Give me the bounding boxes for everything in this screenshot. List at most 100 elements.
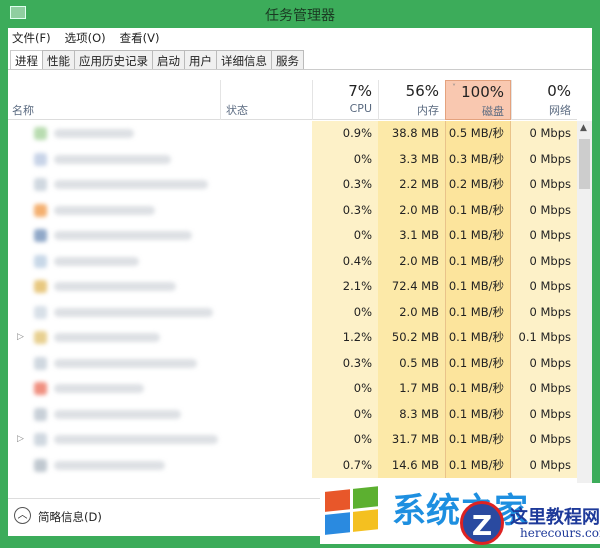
memory-label: 内存 <box>417 104 439 117</box>
cpu-cell: 0% <box>312 299 378 325</box>
process-icon <box>34 127 47 140</box>
mem-cell: 2.2 MB <box>378 172 445 198</box>
column-memory[interactable]: 56% 内存 <box>378 80 445 120</box>
process-row[interactable]: 0% 2.0 MB 0.1 MB/秒 0 Mbps <box>8 299 577 325</box>
mem-cell: 8.3 MB <box>378 401 445 427</box>
menu-view[interactable]: 查看(V) <box>120 30 160 48</box>
process-icon <box>34 229 47 242</box>
process-icon <box>34 305 47 319</box>
mem-cell: 38.8 MB <box>378 121 445 147</box>
cpu-cell: 0.4% <box>312 248 378 274</box>
tab-processes[interactable]: 进程 <box>10 50 43 70</box>
disk-cell: 0.1 MB/秒 <box>445 248 511 274</box>
disk-cell: 0.2 MB/秒 <box>445 172 511 198</box>
sort-arrow-icon: ˅ <box>452 83 456 92</box>
task-manager-window: 文件(F) 选项(O) 查看(V) 进程 性能 应用历史记录 启动 用户 详细信… <box>8 28 592 536</box>
column-cpu[interactable]: 7% CPU <box>312 80 378 120</box>
process-name-blurred <box>54 205 155 215</box>
process-icon <box>34 382 47 395</box>
divider <box>8 69 592 70</box>
disk-cell: 0.1 MB/秒 <box>445 299 511 325</box>
net-cell: 0 Mbps <box>511 197 577 223</box>
mem-cell: 50.2 MB <box>378 325 445 351</box>
fewer-details-button[interactable]: 简略信息(D) <box>38 509 102 525</box>
process-name-blurred <box>54 282 176 291</box>
process-list: 0.9% 38.8 MB 0.5 MB/秒 0 Mbps 0% 3.3 MB 0.3 MB/… <box>8 121 577 478</box>
scrollbar-thumb[interactable] <box>579 139 590 189</box>
tab-users[interactable]: 用户 <box>184 50 217 69</box>
process-row[interactable]: 0% 1.7 MB 0.1 MB/秒 0 Mbps <box>8 376 577 402</box>
menu-options[interactable]: 选项(O) <box>65 30 106 48</box>
net-cell: 0 Mbps <box>511 452 577 478</box>
watermark-site-en: herecours.com <box>520 526 600 540</box>
mem-cell: 3.1 MB <box>378 223 445 249</box>
net-cell: 0 Mbps <box>511 274 577 300</box>
process-row[interactable]: 0% 3.3 MB 0.3 MB/秒 0 Mbps <box>8 146 577 172</box>
disk-cell: 0.1 MB/秒 <box>445 223 511 249</box>
process-row[interactable]: ▷ 0% 31.7 MB 0.1 MB/秒 0 Mbps <box>8 427 577 453</box>
mem-cell: 2.0 MB <box>378 197 445 223</box>
mem-cell: 72.4 MB <box>378 274 445 300</box>
process-name-blurred <box>54 460 165 470</box>
network-total: 0% <box>547 82 571 100</box>
net-cell: 0 Mbps <box>511 172 577 198</box>
tab-performance[interactable]: 性能 <box>42 50 75 69</box>
net-cell: 0 Mbps <box>511 146 577 172</box>
mem-cell: 2.0 MB <box>378 248 445 274</box>
process-row[interactable]: 0.3% 0.5 MB 0.1 MB/秒 0 Mbps <box>8 350 577 376</box>
process-row[interactable]: 0.4% 2.0 MB 0.1 MB/秒 0 Mbps <box>8 248 577 274</box>
windows-flag-icon <box>325 486 379 536</box>
process-row[interactable]: 0.9% 38.8 MB 0.5 MB/秒 0 Mbps <box>8 121 577 147</box>
menu-file[interactable]: 文件(F) <box>12 30 51 48</box>
process-row[interactable]: 0.7% 14.6 MB 0.1 MB/秒 0 Mbps <box>8 452 577 478</box>
column-status[interactable]: 状态 <box>226 102 248 118</box>
process-name-blurred <box>54 384 144 393</box>
expand-arrow-icon[interactable]: ▷ <box>17 332 24 342</box>
process-icon <box>34 254 47 268</box>
column-header: 名称 状态 7% CPU 56% 内存 ˅ 100% 磁盘 0% 网络 <box>8 80 577 120</box>
disk-cell: 0.5 MB/秒 <box>445 121 511 147</box>
cpu-cell: 0% <box>312 223 378 249</box>
disk-cell: 0.1 MB/秒 <box>445 274 511 300</box>
net-cell: 0 Mbps <box>511 401 577 427</box>
process-name-blurred <box>54 358 197 368</box>
disk-cell: 0.1 MB/秒 <box>445 427 511 453</box>
column-disk[interactable]: ˅ 100% 磁盘 <box>445 80 511 120</box>
chevron-up-icon[interactable]: ︿ <box>14 507 31 524</box>
net-cell: 0 Mbps <box>511 299 577 325</box>
tab-startup[interactable]: 启动 <box>152 50 185 69</box>
net-cell: 0 Mbps <box>511 350 577 376</box>
cpu-cell: 0% <box>312 146 378 172</box>
process-row[interactable]: 0.3% 2.2 MB 0.2 MB/秒 0 Mbps <box>8 172 577 198</box>
mem-cell: 3.3 MB <box>378 146 445 172</box>
process-name-blurred <box>54 231 192 240</box>
tab-details[interactable]: 详细信息 <box>216 50 272 69</box>
network-label: 网络 <box>549 104 571 117</box>
process-name-blurred <box>54 435 218 444</box>
column-name[interactable]: 名称 <box>12 102 34 118</box>
expand-arrow-icon[interactable]: ▷ <box>17 434 24 444</box>
process-name-blurred <box>54 129 134 138</box>
mem-cell: 2.0 MB <box>378 299 445 325</box>
tab-app-history[interactable]: 应用历史记录 <box>74 50 153 69</box>
mem-cell: 14.6 MB <box>378 452 445 478</box>
process-row[interactable]: ▷ 1.2% 50.2 MB 0.1 MB/秒 0.1 Mbps <box>8 325 577 351</box>
process-name-blurred <box>54 307 213 317</box>
scroll-up-icon[interactable]: ▲ <box>580 123 587 133</box>
process-row[interactable]: 0.3% 2.0 MB 0.1 MB/秒 0 Mbps <box>8 197 577 223</box>
process-row[interactable]: 0% 8.3 MB 0.1 MB/秒 0 Mbps <box>8 401 577 427</box>
disk-cell: 0.3 MB/秒 <box>445 146 511 172</box>
menu-bar: 文件(F) 选项(O) 查看(V) <box>12 30 159 48</box>
column-network[interactable]: 0% 网络 <box>511 80 577 120</box>
process-icon <box>34 152 47 166</box>
process-icon <box>34 331 47 344</box>
net-cell: 0 Mbps <box>511 223 577 249</box>
process-row[interactable]: 2.1% 72.4 MB 0.1 MB/秒 0 Mbps <box>8 274 577 300</box>
scrollbar[interactable]: ▲ <box>577 121 592 493</box>
cpu-cell: 0% <box>312 376 378 402</box>
process-icon <box>34 280 47 293</box>
tab-services[interactable]: 服务 <box>271 50 304 69</box>
disk-cell: 0.1 MB/秒 <box>445 350 511 376</box>
process-row[interactable]: 0% 3.1 MB 0.1 MB/秒 0 Mbps <box>8 223 577 249</box>
process-icon <box>34 203 47 217</box>
